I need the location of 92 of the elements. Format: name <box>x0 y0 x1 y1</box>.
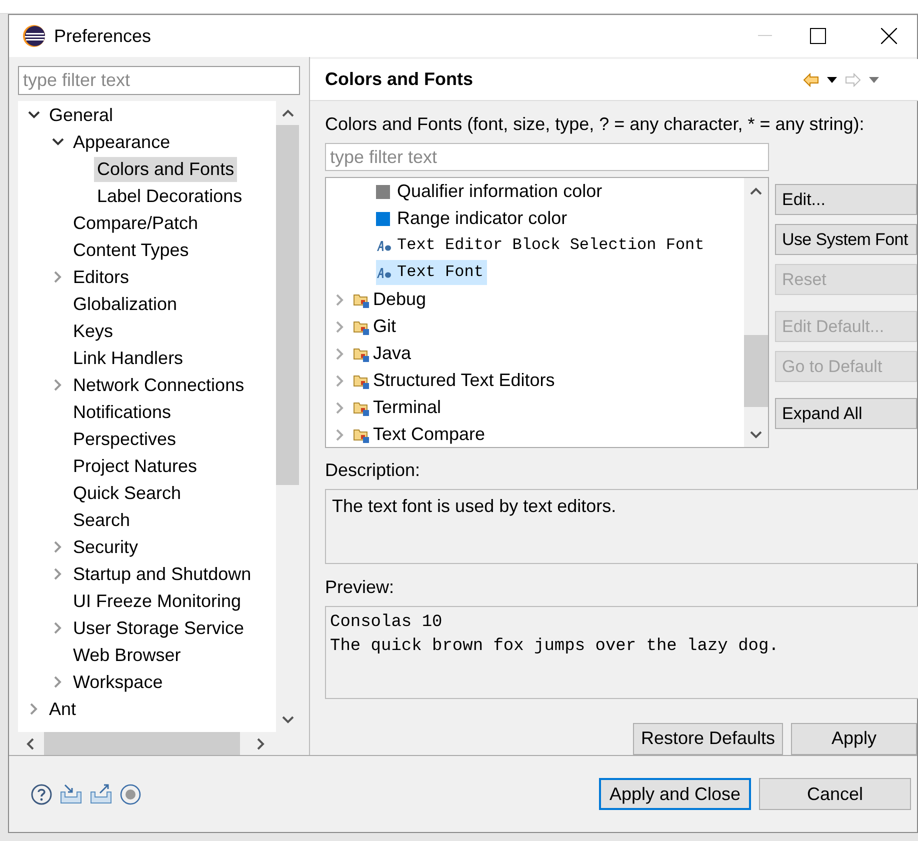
tree-item[interactable]: Keys <box>70 318 116 344</box>
tree-item[interactable]: Qualifier information color <box>376 179 606 204</box>
chevron-right-icon[interactable] <box>52 379 64 392</box>
chevron-right-icon[interactable] <box>52 568 64 580</box>
folder-icon <box>353 292 369 308</box>
tree-item[interactable]: Text Font <box>376 260 488 285</box>
tree-item[interactable]: User Storage Service <box>70 616 248 641</box>
tree-item[interactable]: Appearance <box>70 130 174 155</box>
tree-item[interactable]: Link Handlers <box>70 346 186 371</box>
tree-item[interactable]: Compare/Patch <box>70 210 202 236</box>
folder-icon <box>353 318 369 334</box>
chevron-right-icon[interactable] <box>52 622 64 634</box>
scroll-left-icon[interactable] <box>26 738 34 750</box>
tree-item[interactable]: Editors <box>70 264 132 290</box>
folder-icon <box>353 426 369 442</box>
scrollbar-thumb[interactable] <box>276 124 299 485</box>
tree-item[interactable]: Text Compare <box>350 422 490 447</box>
scroll-down-icon[interactable] <box>282 716 294 724</box>
tree-item[interactable]: Web Browser <box>70 642 184 668</box>
tree-item[interactable]: Range indicator color <box>376 206 572 231</box>
tree-item[interactable]: Globalization <box>70 292 180 317</box>
description-text: The text font is used by text editors. <box>332 496 616 516</box>
tree-item[interactable]: Ant <box>46 696 80 722</box>
tree-item[interactable]: Colors and Fonts <box>94 156 238 182</box>
dropdown-icon[interactable] <box>827 76 837 83</box>
dialog-button[interactable]: Apply and Close <box>599 778 751 810</box>
record-icon[interactable] <box>120 784 141 804</box>
preview-text: Consolas 10 <box>330 612 442 634</box>
tree-item[interactable]: Workspace <box>70 670 166 695</box>
chevron-right-icon[interactable] <box>52 676 64 688</box>
font-icon <box>376 240 392 250</box>
chevron-right-icon[interactable] <box>28 703 40 716</box>
tree-item[interactable]: Java <box>350 341 416 366</box>
help-icon[interactable] <box>31 784 52 804</box>
forward-arrow-icon[interactable] <box>845 72 861 87</box>
folder-icon <box>353 346 369 362</box>
maximize-icon[interactable] <box>810 28 826 44</box>
page-button[interactable]: Restore Defaults <box>633 722 783 755</box>
back-arrow-icon[interactable] <box>803 72 819 87</box>
tree-item[interactable]: Content Types <box>70 238 192 263</box>
chevron-right-icon[interactable] <box>334 374 346 386</box>
tree-item[interactable]: Perspectives <box>70 426 180 452</box>
tree-item[interactable]: General <box>46 102 116 128</box>
list-label: Colors and Fonts (font, size, type, ? = any character, * = any string): <box>325 113 866 136</box>
window-title: Preferences <box>54 24 152 48</box>
chevron-right-icon[interactable] <box>334 428 346 440</box>
tree-item[interactable]: Terminal <box>350 395 446 420</box>
chevron-right-icon[interactable] <box>52 271 64 284</box>
export-icon[interactable] <box>90 784 112 804</box>
scroll-down-icon[interactable] <box>750 431 762 439</box>
side-button[interactable]: Use System Font <box>775 224 917 255</box>
chevron-right-icon[interactable] <box>334 320 346 332</box>
tree-item[interactable]: Startup and Shutdown <box>70 562 254 587</box>
tree-item[interactable]: Quick Search <box>70 480 184 506</box>
vertical-scrollbar[interactable] <box>744 178 768 447</box>
scrollbar-thumb[interactable] <box>744 335 768 407</box>
chevron-right-icon[interactable] <box>52 541 64 554</box>
folder-icon <box>353 400 369 416</box>
tree-item[interactable]: Notifications <box>70 400 174 425</box>
tree-item[interactable]: Project Natures <box>70 454 200 479</box>
page-title: Colors and Fonts <box>325 68 473 92</box>
tree-item[interactable]: Text Editor Block Selection Font <box>376 233 708 258</box>
tree-item[interactable]: UI Freeze Monitoring <box>70 588 244 614</box>
scroll-up-icon[interactable] <box>750 187 762 195</box>
filter-field[interactable]: type filter text <box>325 143 769 171</box>
tree-item[interactable]: Git <box>350 314 400 339</box>
tree-item[interactable]: Structured Text Editors <box>350 368 559 393</box>
side-button[interactable]: Edit... <box>775 184 917 215</box>
minimize-icon[interactable] <box>758 35 772 37</box>
page-button[interactable]: Apply <box>791 722 917 755</box>
close-icon[interactable] <box>881 28 897 44</box>
chevron-right-icon[interactable] <box>334 294 346 306</box>
side-button[interactable]: Expand All <box>775 398 917 429</box>
filter-field[interactable]: type filter text <box>18 66 300 95</box>
tree-item[interactable]: Network Connections <box>70 372 248 398</box>
app-logo-icon <box>22 24 46 48</box>
dialog-button[interactable]: Cancel <box>759 778 911 810</box>
scrollbar-thumb[interactable] <box>44 732 240 755</box>
font-icon <box>376 268 392 278</box>
description-label: Description: <box>325 459 422 482</box>
tree-item[interactable]: Label Decorations <box>94 184 246 209</box>
import-icon[interactable] <box>60 784 82 804</box>
preview-text: The quick brown fox jumps over the lazy dog. <box>330 636 779 658</box>
tree-item[interactable]: Search <box>70 508 134 533</box>
scroll-right-icon[interactable] <box>257 738 265 750</box>
chevron-right-icon[interactable] <box>334 402 346 414</box>
scroll-up-icon[interactable] <box>282 108 294 117</box>
folder-icon <box>353 372 369 388</box>
chevron-right-icon[interactable] <box>334 348 346 360</box>
tree-item[interactable]: Debug <box>350 287 430 312</box>
preview-label: Preview: <box>325 576 396 599</box>
tree-item[interactable]: Security <box>70 534 142 560</box>
